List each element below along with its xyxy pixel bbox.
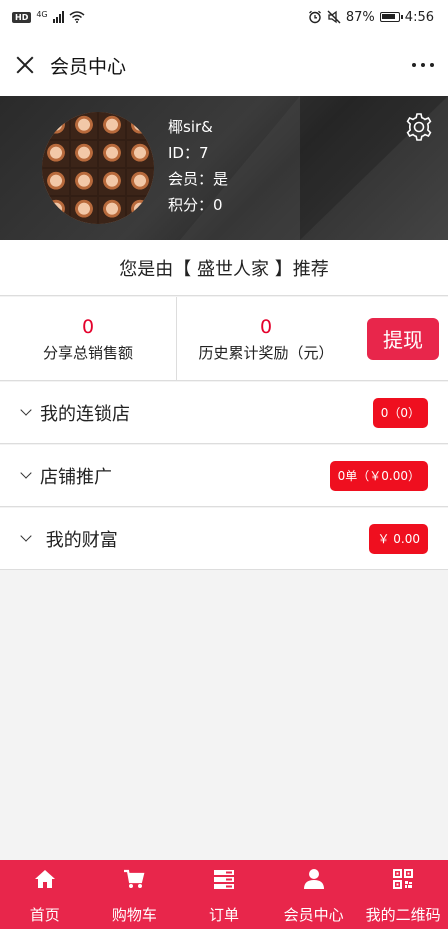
status-left: HD 4G (12, 10, 85, 25)
history-reward-stat: 0 历史累计奖励（元） (177, 297, 355, 380)
share-sales-value: 0 (81, 315, 95, 338)
chevron-down-icon (20, 530, 32, 542)
nav-home-label: 首页 (29, 906, 60, 924)
status-right: 87% 4:56 (308, 10, 434, 25)
nav-member-center-label: 会员中心 (283, 906, 344, 924)
avatar[interactable] (42, 112, 154, 224)
page-title: 会员中心 (50, 55, 127, 78)
store-promotion-badge: 0单（￥0.00） (329, 460, 428, 491)
signal-icon (52, 11, 64, 23)
withdraw-button[interactable]: 提现 (367, 317, 439, 360)
battery-icon (379, 12, 403, 22)
more-options-icon[interactable] (412, 63, 434, 67)
clock-time: 4:56 (404, 9, 434, 25)
chevron-down-icon (20, 467, 32, 479)
member-status: 会员：是 (168, 170, 229, 188)
my-wealth-row[interactable]: 我的财富 ￥ 0.00 (0, 508, 448, 570)
profile-header: 椰sir& ID：7 会员：是 积分：0 (0, 96, 448, 240)
cart-icon (124, 869, 145, 888)
referral-text: 您是由【 盛世人家 】推荐 (0, 240, 448, 296)
nav-my-qrcode[interactable]: 我的二维码 (358, 860, 448, 929)
history-reward-value: 0 (259, 315, 273, 338)
chain-stores-badge: 0（0） (372, 397, 428, 428)
user-info: 椰sir& ID：7 会员：是 积分：0 (168, 114, 228, 218)
history-reward-label: 历史累计奖励（元） (198, 343, 334, 362)
nav-home[interactable]: 首页 (0, 860, 90, 929)
share-sales-stat: 0 分享总销售额 (0, 297, 177, 380)
gear-icon[interactable] (404, 112, 434, 142)
home-icon (34, 870, 55, 888)
user-icon (303, 869, 324, 889)
battery-percent: 87% (345, 9, 375, 25)
my-chain-stores-label: 我的连锁店 (40, 403, 130, 425)
order-list-icon (213, 870, 234, 889)
nav-cart-label: 购物车 (111, 906, 157, 924)
user-id: ID：7 (168, 144, 209, 162)
hd-icon: HD (12, 11, 32, 23)
store-promotion-row[interactable]: 店铺推广 0单（￥0.00） (0, 445, 448, 507)
chevron-down-icon (20, 404, 32, 416)
stats-panel: 0 分享总销售额 0 历史累计奖励（元） 提现 (0, 297, 448, 381)
close-icon[interactable] (14, 54, 36, 76)
nav-orders-label: 订单 (208, 906, 239, 924)
store-promotion-label: 店铺推广 (40, 466, 112, 488)
my-chain-stores-row[interactable]: 我的连锁店 0（0） (0, 382, 448, 444)
bottom-nav: 首页 购物车 订单 会员中心 我的二维码 (0, 860, 448, 929)
nav-my-qrcode-label: 我的二维码 (365, 906, 441, 924)
mute-icon (327, 10, 341, 24)
qrcode-icon (393, 869, 414, 889)
nav-member-center[interactable]: 会员中心 (269, 860, 359, 929)
share-sales-label: 分享总销售额 (42, 343, 133, 362)
nav-cart[interactable]: 购物车 (90, 860, 180, 929)
nav-orders[interactable]: 订单 (179, 860, 269, 929)
alarm-icon (308, 10, 321, 24)
points: 积分：0 (168, 196, 223, 214)
wifi-icon (69, 11, 85, 23)
status-bar: HD 4G 87% 4:56 (0, 0, 448, 34)
my-wealth-badge: ￥ 0.00 (369, 523, 428, 554)
title-bar: 会员中心 (0, 34, 448, 96)
network-label: 4G (36, 9, 48, 19)
user-name: 椰sir& (168, 118, 213, 136)
my-wealth-label: 我的财富 (40, 529, 118, 551)
